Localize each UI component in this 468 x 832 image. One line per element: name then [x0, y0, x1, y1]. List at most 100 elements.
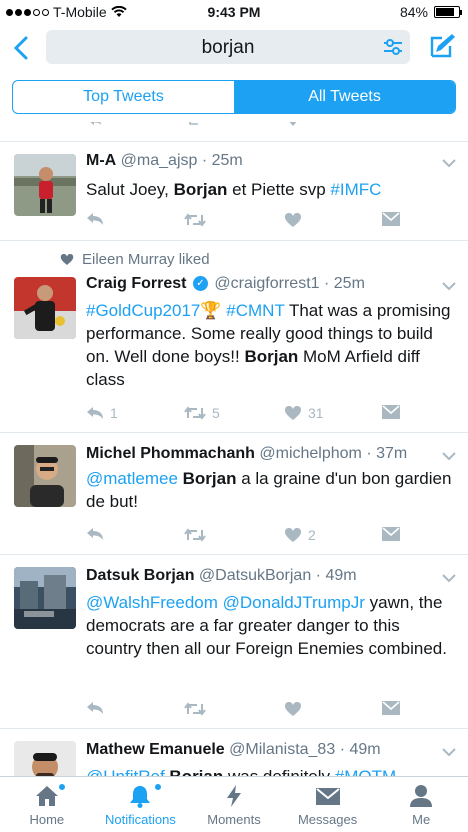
battery-icon	[434, 6, 462, 18]
avatar[interactable]	[14, 445, 76, 507]
tweet-item[interactable]: Michel Phommachanh @michelphom · 37m @ma…	[0, 433, 468, 555]
chevron-down-icon[interactable]	[442, 281, 456, 291]
search-input[interactable]: borjan	[46, 30, 410, 64]
like-button[interactable]	[284, 701, 302, 717]
search-header: borjan	[0, 28, 468, 68]
avatar[interactable]	[14, 154, 76, 216]
social-context: Eileen Murray liked	[60, 251, 210, 268]
avatar[interactable]	[14, 567, 76, 629]
direct-message-button[interactable]	[382, 212, 400, 226]
retweet-button[interactable]	[184, 527, 206, 543]
heart-icon	[285, 406, 301, 420]
nav-messages[interactable]: Messages	[281, 777, 375, 832]
nav-notifications-label: Notifications	[104, 812, 176, 827]
tweet-item[interactable]: M-A @ma_ajsp · 25m Salut Joey, Borjan et…	[0, 142, 468, 241]
avatar[interactable]	[14, 741, 76, 776]
like-button[interactable]: 2	[284, 527, 316, 543]
filter-icon[interactable]	[382, 37, 404, 57]
reply-icon[interactable]	[88, 122, 102, 126]
retweet-icon[interactable]	[188, 122, 202, 126]
highlighted-term: Borjan	[182, 469, 237, 488]
tweet-item[interactable]: Mathew Emanuele @Milanista_83 · 49m @Unf…	[0, 729, 468, 776]
tweet-item[interactable]: Eileen Murray liked Craig Forrest ✓ @cra…	[0, 241, 468, 433]
tweet-actions: 2	[86, 527, 426, 547]
tweet-text: @matlemee Borjan a la graine d'un bon ga…	[86, 467, 458, 513]
compose-tweet-icon[interactable]	[428, 32, 456, 60]
author-handle[interactable]: @Milanista_83	[229, 741, 335, 758]
author-name[interactable]: M-A	[86, 152, 116, 169]
retweet-icon	[184, 528, 206, 542]
hashtag-link[interactable]: #IMFC	[330, 180, 381, 199]
like-button[interactable]: 31	[284, 405, 324, 421]
nav-moments[interactable]: Moments	[187, 777, 281, 832]
author-name[interactable]: Michel Phommachanh	[86, 445, 255, 462]
retweet-button[interactable]: 5	[184, 405, 220, 421]
author-handle[interactable]: @ma_ajsp	[121, 152, 198, 169]
envelope-icon	[382, 212, 400, 226]
nav-notifications[interactable]: Notifications	[94, 777, 188, 832]
tweet-item[interactable]: Datsuk Borjan @DatsukBorjan · 49m @Walsh…	[0, 555, 468, 729]
text-segment: Salut Joey,	[86, 180, 174, 199]
reply-icon	[87, 528, 103, 540]
social-context-label[interactable]: Eileen Murray liked	[82, 251, 210, 268]
back-chevron-icon[interactable]	[10, 32, 34, 64]
message-icon[interactable]	[382, 122, 396, 126]
direct-message-button[interactable]	[382, 405, 400, 419]
like-icon[interactable]	[286, 122, 300, 126]
chevron-down-icon[interactable]	[442, 573, 456, 583]
mention-link[interactable]: @DonaldJTrumpJr	[223, 593, 365, 612]
mention-link[interactable]: @matlemee	[86, 469, 178, 488]
search-query[interactable]: borjan	[46, 37, 410, 59]
chevron-down-icon[interactable]	[442, 158, 456, 168]
nav-home[interactable]: Home	[0, 777, 94, 832]
retweet-icon	[184, 213, 206, 227]
bottom-tab-bar: Home Notifications Moments Messages Me	[0, 776, 468, 832]
author-name[interactable]: Craig Forrest	[86, 275, 186, 292]
reply-button[interactable]	[86, 527, 104, 541]
author-handle[interactable]: @michelphom	[259, 445, 362, 462]
envelope-icon	[382, 527, 400, 541]
retweet-button[interactable]	[184, 212, 206, 228]
tweet-header: Craig Forrest ✓ @craigforrest1 · 25m	[86, 275, 438, 293]
author-name[interactable]: Mathew Emanuele	[86, 741, 225, 758]
person-icon	[410, 785, 433, 807]
mention-link[interactable]: @UnfitRef	[86, 767, 165, 776]
tab-all-tweets[interactable]: All Tweets	[234, 81, 455, 113]
hashtag-link[interactable]: #MOTM	[335, 767, 396, 776]
chevron-down-icon[interactable]	[442, 747, 456, 757]
tweet-timeline[interactable]: M-A @ma_ajsp · 25m Salut Joey, Borjan et…	[0, 122, 468, 776]
tweet-text: #GoldCup2017🏆 #CMNT That was a promising…	[86, 299, 458, 391]
envelope-icon	[382, 405, 400, 419]
nav-me[interactable]: Me	[374, 777, 468, 832]
direct-message-button[interactable]	[382, 701, 400, 715]
reply-icon	[87, 702, 103, 714]
avatar[interactable]	[14, 277, 76, 339]
like-button[interactable]	[284, 212, 302, 228]
author-handle[interactable]: @DatsukBorjan	[199, 567, 311, 584]
hashtag-link[interactable]: #GoldCup2017	[86, 301, 200, 320]
reply-icon	[87, 213, 103, 225]
hashtag-link[interactable]: #CMNT	[226, 301, 284, 320]
like-count: 2	[308, 527, 316, 543]
retweet-count: 5	[212, 405, 220, 421]
author-handle[interactable]: @craigforrest1	[214, 275, 319, 292]
direct-message-button[interactable]	[382, 527, 400, 541]
reply-button[interactable]	[86, 701, 104, 715]
tweet-header: Datsuk Borjan @DatsukBorjan · 49m	[86, 567, 438, 585]
tweet-header: Mathew Emanuele @Milanista_83 · 49m	[86, 741, 438, 759]
retweet-button[interactable]	[184, 701, 206, 717]
tweet-text: @WalshFreedom @DonaldJTrumpJr yawn, the …	[86, 591, 458, 660]
tweet-actions	[86, 701, 426, 721]
chevron-down-icon[interactable]	[442, 451, 456, 461]
reply-button[interactable]	[86, 212, 104, 226]
reply-button[interactable]: 1	[86, 405, 118, 421]
tab-top-tweets[interactable]: Top Tweets	[13, 81, 234, 113]
heart-icon	[285, 528, 301, 542]
heart-icon	[285, 702, 301, 716]
tweet-time: · 37m	[366, 445, 408, 462]
tweet-actions	[86, 212, 426, 232]
search-tabs: Top Tweets All Tweets	[12, 80, 456, 114]
mention-link[interactable]: @WalshFreedom	[86, 593, 218, 612]
text-segment: was definitely	[223, 767, 335, 776]
author-name[interactable]: Datsuk Borjan	[86, 567, 194, 584]
